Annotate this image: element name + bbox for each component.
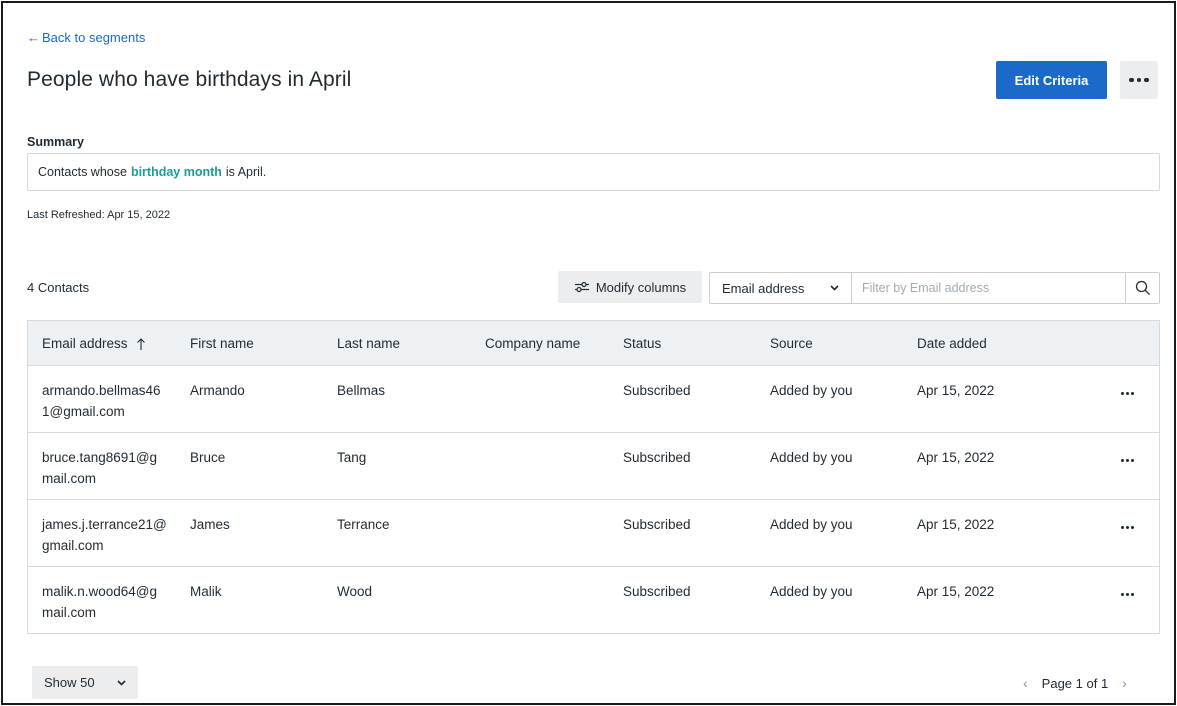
cell-email[interactable]: malik.n.wood64@gmail.com [42, 581, 168, 623]
page-indicator: Page 1 of 1 [1041, 675, 1109, 691]
cell-last-name: Wood [337, 584, 373, 599]
row-more-icon[interactable] [1117, 587, 1137, 601]
cell-source: Added by you [770, 383, 853, 398]
cell-source: Added by you [770, 450, 853, 465]
filter-field-select[interactable]: Email address [709, 272, 851, 304]
summary-box: Contacts whose birthday month is April. [27, 153, 1160, 191]
summary-suffix: is April. [225, 165, 267, 179]
row-more-icon[interactable] [1117, 520, 1137, 534]
cell-status: Subscribed [623, 450, 691, 465]
cell-email[interactable]: armando.bellmas461@gmail.com [42, 380, 168, 422]
pagination: ‹ Page 1 of 1 › [1023, 673, 1127, 693]
column-header-source[interactable]: Source [770, 321, 813, 366]
table-row[interactable]: bruce.tang8691@gmail.com Bruce Tang Subs… [28, 433, 1159, 500]
cell-status: Subscribed [623, 517, 691, 532]
chevron-right-icon[interactable]: › [1122, 675, 1127, 691]
cell-last-name: Tang [337, 450, 367, 465]
last-refreshed-text: Last Refreshed: Apr 15, 2022 [27, 209, 171, 221]
filter-field-value: Email address [722, 280, 805, 296]
back-to-segments-link[interactable]: ← Back to segments [27, 30, 145, 45]
filter-input[interactable] [851, 272, 1125, 304]
cell-first-name: James [190, 517, 230, 532]
column-header-label: Email address [42, 336, 128, 351]
column-header-date-added[interactable]: Date added [917, 321, 987, 366]
column-header-email[interactable]: Email address [42, 321, 146, 366]
search-button[interactable] [1125, 272, 1160, 304]
row-more-icon[interactable] [1117, 453, 1137, 467]
edit-criteria-button[interactable]: Edit Criteria [996, 61, 1107, 99]
column-header-last-name[interactable]: Last name [337, 321, 400, 366]
modify-columns-label: Modify columns [595, 279, 687, 295]
search-icon [1135, 280, 1150, 295]
page-title: People who have birthdays in April [27, 68, 352, 91]
cell-last-name: Bellmas [337, 383, 386, 398]
cell-first-name: Armando [190, 383, 245, 398]
cell-last-name: Terrance [337, 517, 390, 532]
contacts-table: Email address First name Last name Compa… [27, 320, 1160, 634]
summary-label: Summary [27, 135, 84, 149]
column-header-company-name[interactable]: Company name [485, 321, 580, 366]
cell-email[interactable]: james.j.terrance21@gmail.com [42, 514, 168, 556]
arrow-left-icon: ← [27, 30, 40, 45]
modify-columns-button[interactable]: Modify columns [558, 271, 702, 303]
summary-prefix: Contacts whose [38, 165, 127, 179]
page-size-value: Show 50 [44, 675, 95, 690]
sort-ascending-icon [136, 337, 146, 351]
cell-source: Added by you [770, 517, 853, 532]
table-row[interactable]: malik.n.wood64@gmail.com Malik Wood Subs… [28, 567, 1159, 634]
chevron-down-icon [117, 679, 126, 686]
row-more-icon[interactable] [1117, 386, 1137, 400]
cell-status: Subscribed [623, 584, 691, 599]
summary-criteria-highlight: birthday month [130, 165, 222, 179]
cell-source: Added by you [770, 584, 853, 599]
cell-date-added: Apr 15, 2022 [917, 450, 995, 465]
contact-count: 4 Contacts [27, 280, 90, 295]
cell-date-added: Apr 15, 2022 [917, 584, 995, 599]
cell-date-added: Apr 15, 2022 [917, 517, 995, 532]
sliders-icon [574, 281, 589, 293]
chevron-left-icon[interactable]: ‹ [1023, 675, 1028, 691]
cell-date-added: Apr 15, 2022 [917, 383, 995, 398]
table-header-row: Email address First name Last name Compa… [28, 321, 1159, 366]
more-options-button[interactable] [1120, 61, 1158, 99]
column-header-first-name[interactable]: First name [190, 321, 254, 366]
more-horizontal-icon [1129, 77, 1149, 83]
back-link-label: Back to segments [42, 30, 146, 45]
table-row[interactable]: james.j.terrance21@gmail.com James Terra… [28, 500, 1159, 567]
table-row[interactable]: armando.bellmas461@gmail.com Armando Bel… [28, 366, 1159, 433]
app-frame: ← Back to segments People who have birth… [1, 1, 1176, 705]
column-header-status[interactable]: Status [623, 321, 661, 366]
cell-first-name: Bruce [190, 450, 226, 465]
cell-status: Subscribed [623, 383, 691, 398]
cell-first-name: Malik [190, 584, 222, 599]
cell-email[interactable]: bruce.tang8691@gmail.com [42, 447, 168, 489]
chevron-down-icon [830, 285, 839, 291]
page-size-select[interactable]: Show 50 [32, 666, 138, 699]
